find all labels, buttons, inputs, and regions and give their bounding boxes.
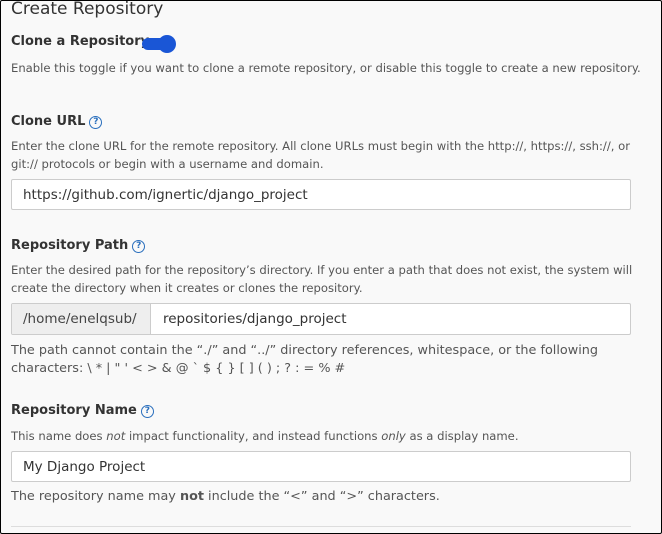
repository-name-note-part: include the “<” and “>” characters.: [203, 489, 440, 504]
clone-url-input[interactable]: https://github.com/ignertic/django_proje…: [11, 179, 631, 210]
repository-name-input[interactable]: My Django Project: [11, 451, 631, 482]
repository-name-note-bold: not: [179, 489, 204, 504]
repository-path-input-group: /home/enelqsub/ repositories/django_proj…: [11, 303, 631, 335]
repository-path-input[interactable]: repositories/django_project: [152, 304, 347, 334]
repository-name-description: This name does not impact functionality,…: [11, 427, 641, 445]
question-circle-icon[interactable]: ?: [140, 405, 154, 418]
repository-name-note-part: The repository name may: [11, 489, 180, 504]
repository-name-desc-emphasis: not: [106, 429, 126, 443]
clone-toggle[interactable]: [142, 34, 176, 53]
clone-toggle-label: Clone a Repository: [11, 34, 150, 49]
page-title: Create Repository: [11, 0, 164, 19]
repository-name-label: Repository Name?: [11, 403, 154, 418]
repository-path-description: Enter the desired path for the repositor…: [11, 263, 633, 295]
clone-url-description: Enter the clone URL for the remote repos…: [11, 139, 630, 171]
toggle-knob: [158, 35, 176, 53]
repository-path-label: Repository Path?: [11, 238, 146, 253]
repository-name-desc-part: impact functionality, and instead functi…: [125, 429, 382, 443]
repository-name-desc-part: as a display name.: [405, 429, 519, 443]
repository-name-desc-part: This name does: [11, 429, 107, 443]
clone-toggle-description: Enable this toggle if you want to clone …: [11, 61, 641, 75]
section-divider: [11, 526, 631, 527]
question-circle-icon[interactable]: ?: [89, 116, 103, 129]
clone-url-label-text: Clone URL: [11, 114, 86, 129]
repository-name-label-text: Repository Name: [11, 403, 137, 418]
repository-path-note: The path cannot contain the “./” and “..…: [11, 343, 598, 376]
clone-url-label: Clone URL?: [11, 114, 103, 129]
create-repository-panel: Create Repository Clone a Repository Ena…: [0, 0, 662, 534]
repository-path-label-text: Repository Path: [11, 238, 129, 253]
question-circle-icon[interactable]: ?: [132, 240, 146, 253]
repository-path-prefix: /home/enelqsub/: [12, 304, 151, 334]
repository-name-desc-emphasis: only: [381, 429, 406, 443]
repository-name-note: The repository name may not include the …: [11, 488, 641, 506]
